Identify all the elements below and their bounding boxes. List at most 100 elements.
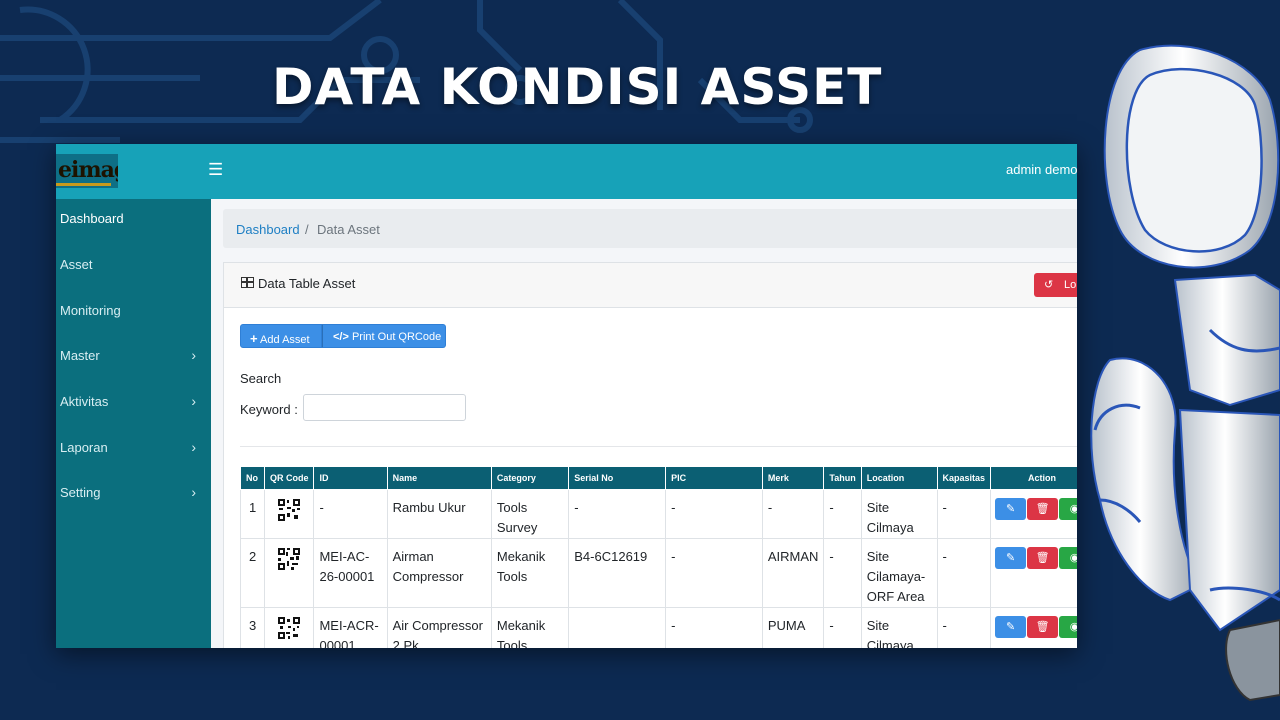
card-header: Data Table Asset ↺ Lo xyxy=(224,263,1077,308)
col-header-action: Action xyxy=(990,466,1077,490)
menu-toggle-icon[interactable]: ☰ xyxy=(208,160,223,180)
col-header-kapasitas[interactable]: Kapasitas xyxy=(936,466,992,490)
sidebar-item-dashboard[interactable]: Dashboard xyxy=(56,208,211,232)
sidebar-item-setting[interactable]: Setting › xyxy=(56,482,211,506)
table-row: 1 - Rambu Ukur Tools Survey - - - - Site… xyxy=(240,489,1077,539)
cell-serial: - xyxy=(568,489,667,539)
asset-table: No QR Code ID Name Category Serial No PI… xyxy=(240,466,1077,648)
top-navbar: eimago ☰ admin demo xyxy=(56,144,1077,199)
col-header-id[interactable]: ID xyxy=(313,466,388,490)
cell-name: Airman Compressor xyxy=(386,538,492,608)
col-header-no[interactable]: No xyxy=(240,466,265,490)
cell-kapasitas: - xyxy=(936,538,992,608)
cell-pic: - xyxy=(665,489,763,539)
asset-table-card: Data Table Asset ↺ Lo + Add Asset </> Pr… xyxy=(223,262,1077,648)
chevron-right-icon: › xyxy=(191,439,196,455)
sidebar-item-aktivitas[interactable]: Aktivitas › xyxy=(56,391,211,415)
view-icon[interactable]: ◉ xyxy=(1059,498,1077,520)
user-menu[interactable]: admin demo xyxy=(1006,162,1077,177)
cell-id: MEI-ACR-00001 xyxy=(313,607,388,648)
cell-no: 3 xyxy=(240,607,265,648)
sidebar-item-asset[interactable]: Asset xyxy=(56,254,211,278)
cell-category: Mekanik Tools xyxy=(490,538,570,608)
col-header-category[interactable]: Category xyxy=(490,466,570,490)
cell-name: Air Compressor 2 Pk xyxy=(386,607,492,648)
cell-pic: - xyxy=(665,607,763,648)
cell-merk: - xyxy=(761,489,825,539)
edit-icon[interactable]: ✎ xyxy=(995,498,1027,520)
col-header-tahun[interactable]: Tahun xyxy=(823,466,862,490)
app-window: eimago ☰ admin demo Dashboard Asset Moni… xyxy=(56,144,1077,648)
cell-qr xyxy=(263,489,315,539)
delete-icon[interactable]: 🗑 xyxy=(1027,547,1059,569)
col-header-name[interactable]: Name xyxy=(386,466,492,490)
delete-icon[interactable]: 🗑 xyxy=(1027,498,1059,520)
qr-code-icon[interactable] xyxy=(278,617,301,639)
col-header-qr[interactable]: QR Code xyxy=(263,466,315,490)
divider xyxy=(240,446,1077,447)
keyword-input[interactable] xyxy=(303,394,466,421)
cell-merk: PUMA xyxy=(761,607,825,648)
cell-location: Site Cilmaya xyxy=(860,489,938,539)
keyword-label: Keyword : xyxy=(240,402,298,417)
table-row: 3 MEI-ACR-00001 Air Compressor 2 Pk Meka… xyxy=(240,607,1077,648)
chevron-right-icon: › xyxy=(191,484,196,500)
table-row: 2 MEI-AC-26-00001 Airman Compressor Meka… xyxy=(240,538,1077,608)
cell-category: Tools Survey xyxy=(490,489,570,539)
cell-tahun: - xyxy=(823,607,862,648)
cell-merk: AIRMAN xyxy=(761,538,825,608)
col-header-pic[interactable]: PIC xyxy=(665,466,763,490)
logout-button[interactable]: ↺ Lo xyxy=(1034,273,1077,297)
qr-code-icon[interactable] xyxy=(278,499,301,521)
breadcrumb: Dashboard / Data Asset xyxy=(223,209,1077,248)
add-asset-button[interactable]: + Add Asset xyxy=(240,324,322,348)
print-qrcode-button[interactable]: </> Print Out QRCode xyxy=(322,324,446,348)
logout-icon: ↺ xyxy=(1044,279,1054,291)
cell-qr xyxy=(263,538,315,608)
cell-name: Rambu Ukur xyxy=(386,489,492,539)
qr-code-icon[interactable] xyxy=(278,548,301,570)
page-headline: DATA KONDISI ASSET xyxy=(272,58,883,116)
breadcrumb-separator: / xyxy=(305,222,309,237)
cell-location: Site Cilamaya-ORF Area xyxy=(860,538,938,608)
col-header-serial[interactable]: Serial No xyxy=(568,466,667,490)
cell-actions: ✎ 🗑 ◉ xyxy=(990,538,1077,608)
cell-tahun: - xyxy=(823,489,862,539)
cell-tahun: - xyxy=(823,538,862,608)
sidebar-item-master[interactable]: Master › xyxy=(56,345,211,369)
sidebar-item-laporan[interactable]: Laporan › xyxy=(56,437,211,461)
code-icon: </> xyxy=(333,331,349,343)
col-header-merk[interactable]: Merk xyxy=(761,466,825,490)
breadcrumb-current: Data Asset xyxy=(317,222,380,237)
robot-illustration xyxy=(1090,44,1280,702)
col-header-location[interactable]: Location xyxy=(860,466,938,490)
cell-category: Mekanik Tools xyxy=(490,607,570,648)
cell-qr xyxy=(263,607,315,648)
cell-kapasitas: - xyxy=(936,489,992,539)
table-icon xyxy=(241,277,254,288)
edit-icon[interactable]: ✎ xyxy=(995,616,1027,638)
edit-icon[interactable]: ✎ xyxy=(995,547,1027,569)
cell-id: - xyxy=(313,489,388,539)
cell-pic: - xyxy=(665,538,763,608)
cell-serial xyxy=(568,607,667,648)
cell-no: 2 xyxy=(240,538,265,608)
table-header-row: No QR Code ID Name Category Serial No PI… xyxy=(240,466,1077,490)
delete-icon[interactable]: 🗑 xyxy=(1027,616,1059,638)
plus-icon: + xyxy=(250,331,258,346)
view-icon[interactable]: ◉ xyxy=(1059,547,1077,569)
sidebar-item-monitoring[interactable]: Monitoring xyxy=(56,300,211,324)
search-heading: Search xyxy=(240,371,282,386)
breadcrumb-link-dashboard[interactable]: Dashboard xyxy=(236,222,300,237)
card-title: Data Table Asset xyxy=(258,276,356,291)
chevron-right-icon: › xyxy=(191,393,196,409)
cell-no: 1 xyxy=(240,489,265,539)
brand-logo[interactable]: eimago xyxy=(56,154,118,188)
cell-actions: ✎ 🗑 ◉ xyxy=(990,489,1077,539)
cell-kapasitas: - xyxy=(936,607,992,648)
cell-serial: B4-6C12619 xyxy=(568,538,667,608)
sidebar: Dashboard Asset Monitoring Master › Akti… xyxy=(56,199,211,648)
view-icon[interactable]: ◉ xyxy=(1059,616,1077,638)
cell-location: Site Cilmaya xyxy=(860,607,938,648)
cell-id: MEI-AC-26-00001 xyxy=(313,538,388,608)
